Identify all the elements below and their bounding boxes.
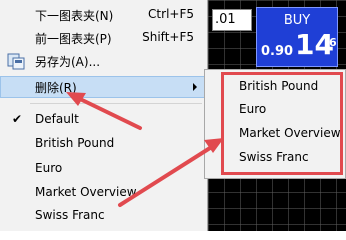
menu-item-profile-british-pound[interactable]: British Pound: [0, 133, 206, 155]
lot-size-input[interactable]: .01: [212, 9, 252, 31]
submenu-item-label: British Pound: [239, 79, 319, 93]
menu-item-profile-euro[interactable]: Euro: [0, 158, 206, 180]
submenu-item-label: Market Overview: [239, 126, 341, 140]
menu-item-previous-profile[interactable]: 前一图表夹(P) Shift+F5: [0, 27, 206, 49]
submenu-item-label: Swiss Franc: [239, 150, 309, 164]
submenu-item-swiss-franc[interactable]: Swiss Franc: [205, 146, 345, 170]
submenu-item-label: Euro: [239, 102, 267, 116]
buy-label: BUY: [283, 13, 311, 28]
menu-item-next-profile[interactable]: 下一图表夹(N) Ctrl+F5: [0, 4, 206, 26]
menu-separator: [30, 103, 202, 104]
submenu-item-euro[interactable]: Euro: [205, 98, 345, 122]
buy-button[interactable]: BUY 0.90 14 6: [256, 7, 338, 67]
menu-item-shortcut: Shift+F5: [142, 30, 194, 44]
menu-item-profile-default[interactable]: ✔ Default: [0, 109, 206, 131]
menu-item-label: Market Overview: [35, 185, 137, 199]
menu-item-label: 另存为(A)...: [35, 55, 101, 69]
menu-item-profile-market-overview[interactable]: Market Overview: [0, 182, 206, 204]
menu-item-label: Swiss Franc: [35, 208, 105, 222]
save-icon: [7, 53, 25, 70]
submenu-arrow-icon: [193, 83, 197, 91]
menu-item-profile-swiss-franc[interactable]: Swiss Franc: [0, 205, 206, 227]
submenu-item-british-pound[interactable]: British Pound: [205, 75, 345, 99]
menu-item-shortcut: Ctrl+F5: [148, 7, 194, 21]
context-menu: 下一图表夹(N) Ctrl+F5 前一图表夹(P) Shift+F5 另存为(A…: [0, 0, 208, 231]
buy-price-prefix: 0.90: [261, 44, 294, 59]
delete-submenu: British Pound Euro Market Overview Swiss…: [204, 69, 346, 179]
checkmark-icon: ✔: [12, 112, 23, 126]
menu-item-label: 前一图表夹(P): [35, 32, 112, 46]
buy-price-pip: 6: [329, 36, 337, 49]
menu-item-label: 下一图表夹(N): [35, 9, 114, 23]
menu-item-delete[interactable]: 删除(R): [0, 76, 206, 98]
one-click-trading-panel: .01 BUY 0.90 14 6: [212, 5, 340, 67]
menu-item-label: British Pound: [35, 136, 115, 150]
menu-item-label: Default: [35, 112, 79, 126]
menu-item-save-as[interactable]: 另存为(A)...: [0, 50, 206, 72]
menu-item-label: Euro: [35, 161, 63, 175]
menu-item-label: 删除(R): [35, 81, 77, 95]
submenu-item-market-overview[interactable]: Market Overview: [205, 122, 345, 146]
